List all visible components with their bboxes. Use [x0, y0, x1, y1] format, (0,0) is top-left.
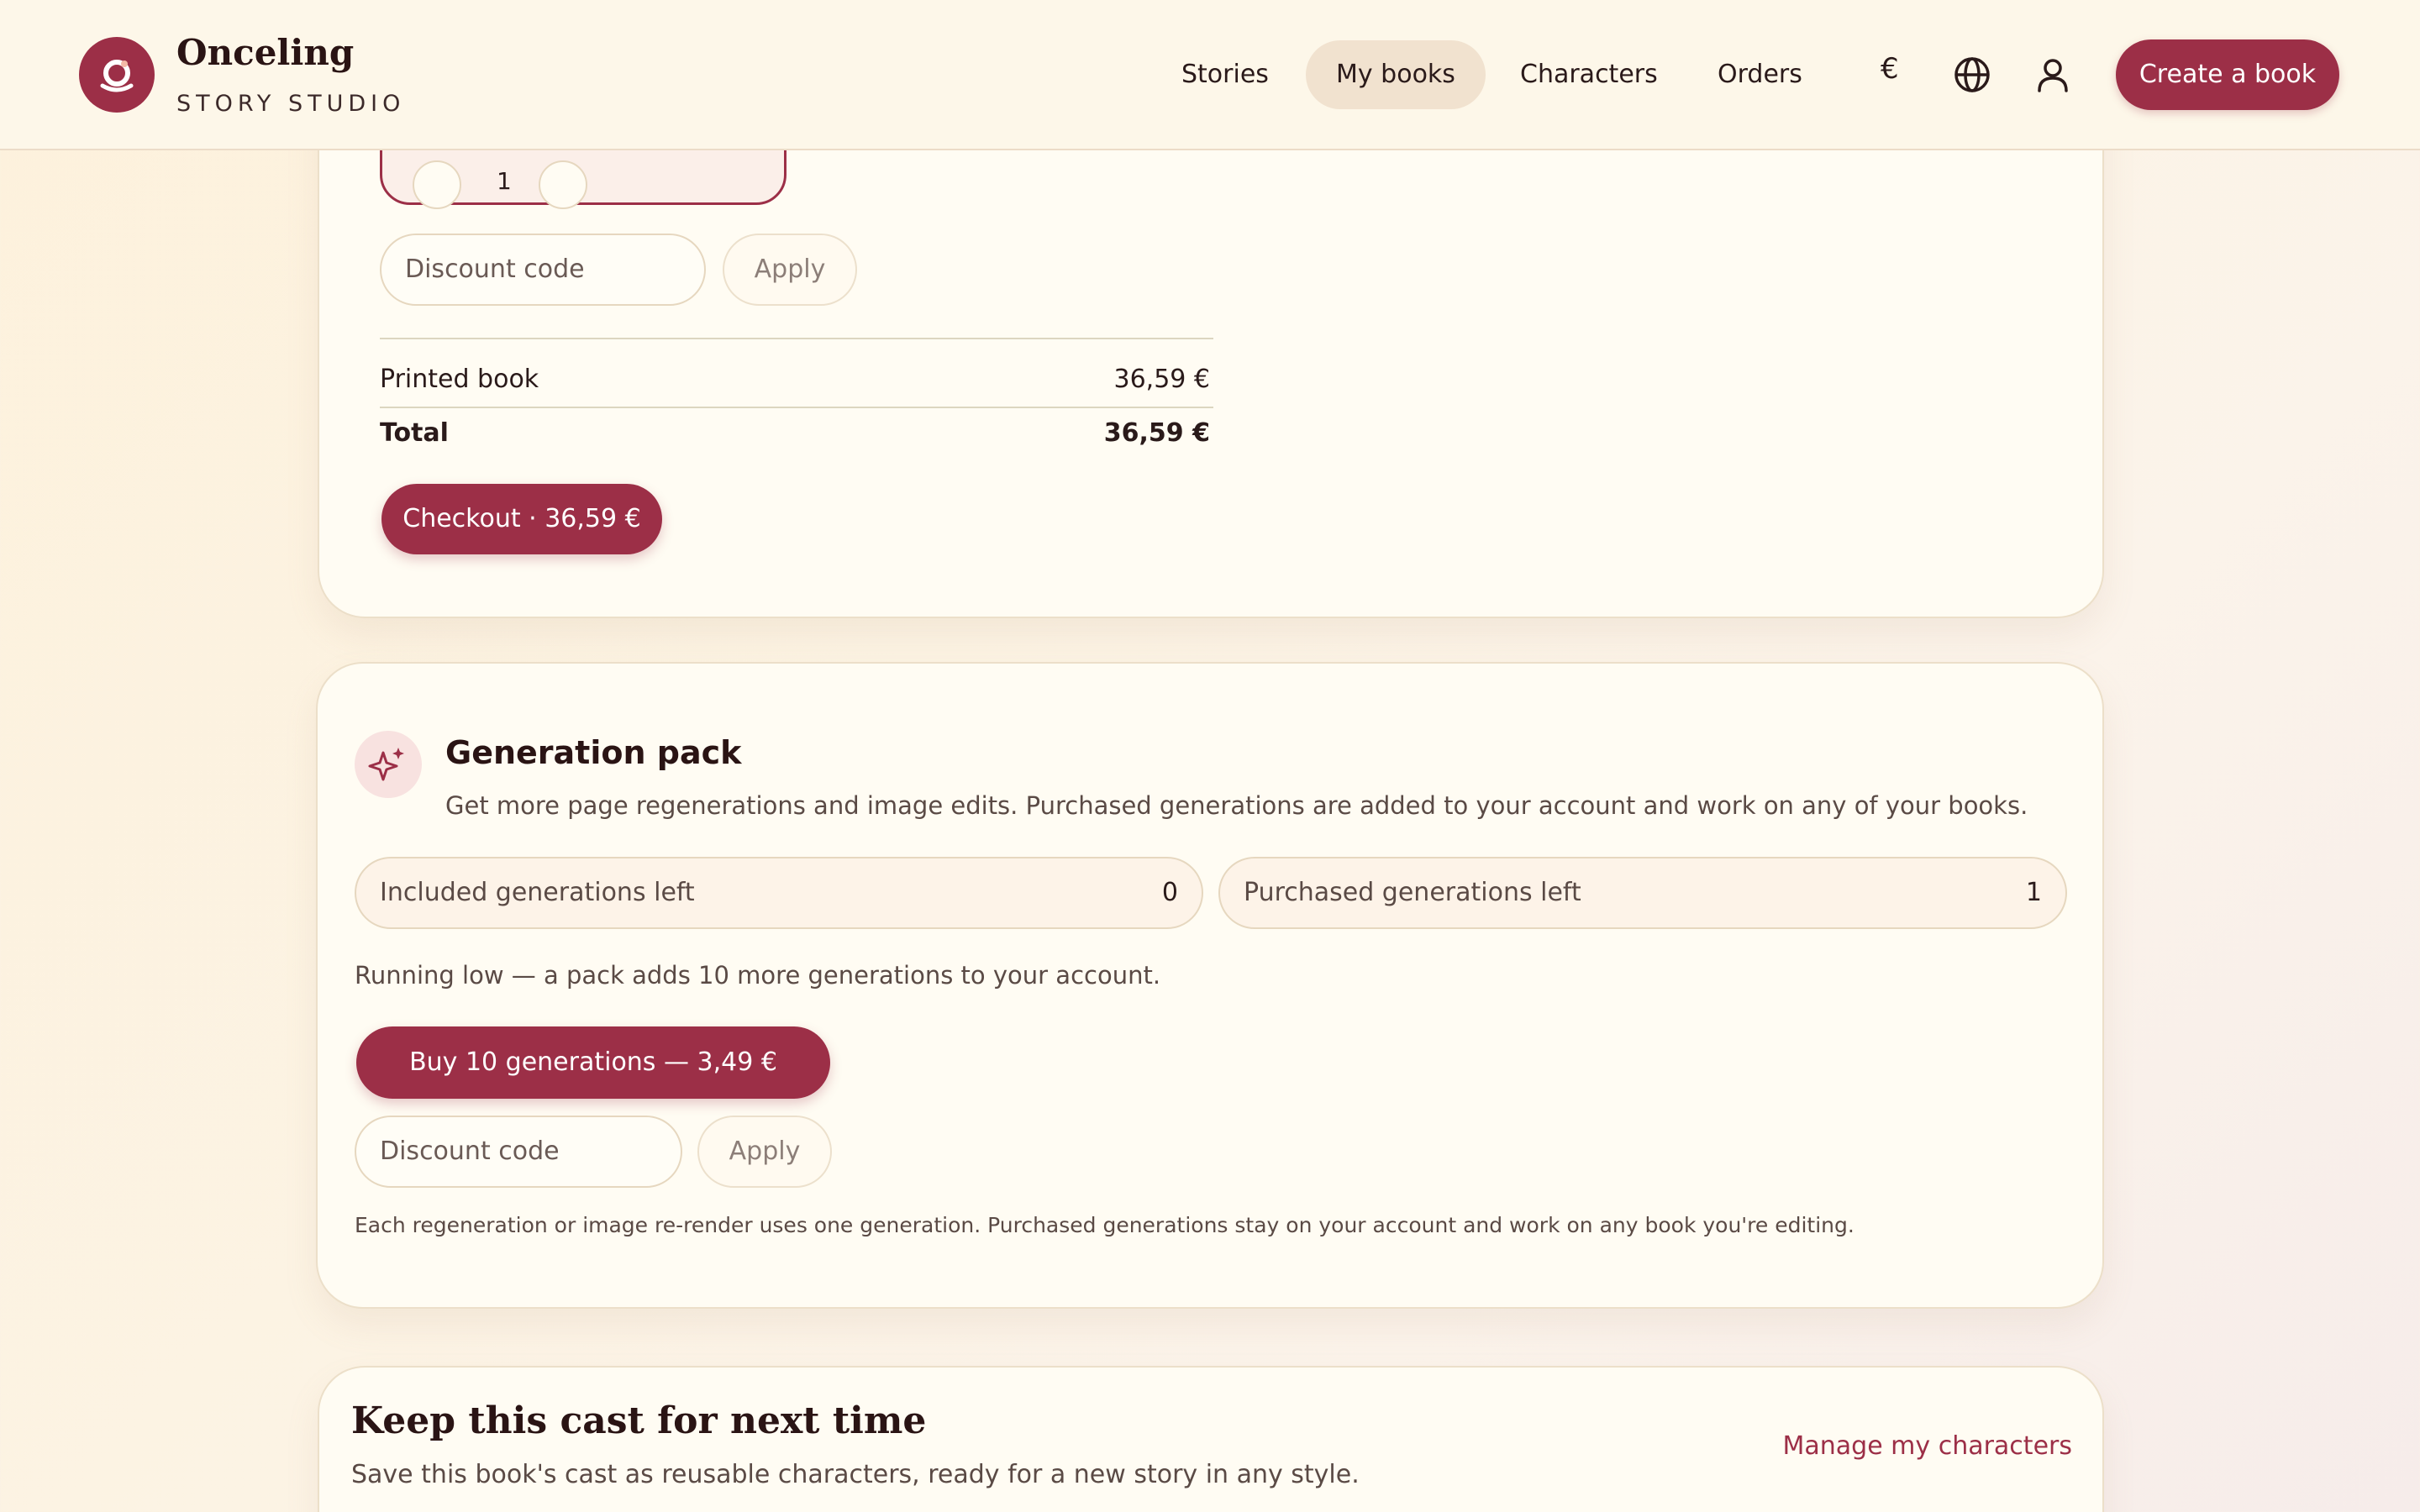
manage-characters-link[interactable]: Manage my characters	[1782, 1431, 2072, 1461]
included-generations-value: 0	[1161, 878, 1178, 907]
purchased-generations-label: Purchased generations left	[1244, 878, 1581, 907]
included-generations-box: Included generations left 0	[355, 857, 1203, 929]
currency-selector[interactable]: €	[1881, 52, 1899, 86]
generation-discount-code-input[interactable]: Discount code	[355, 1116, 682, 1188]
sparkle-icon	[355, 731, 422, 798]
decrease-quantity-button[interactable]	[413, 160, 461, 209]
apply-discount-button[interactable]: Apply	[723, 234, 857, 306]
total-value: 36,59 €	[1103, 418, 1210, 448]
increase-quantity-button[interactable]	[539, 160, 587, 209]
generation-pack-card: Generation pack Get more page regenerati…	[316, 662, 2104, 1309]
low-generations-notice: Running low — a pack adds 10 more genera…	[355, 961, 1161, 990]
brand-name[interactable]: Onceling	[176, 32, 354, 73]
keep-cast-description: Save this book's cast as reusable charac…	[351, 1460, 1360, 1489]
keep-cast-card: Keep this cast for next time Save this b…	[318, 1366, 2104, 1512]
buy-generations-button[interactable]: Buy 10 generations — 3,49 €	[356, 1026, 830, 1099]
nav-orders[interactable]: Orders	[1687, 40, 1833, 109]
discount-code-input[interactable]: Discount code	[380, 234, 706, 306]
keep-cast-title: Keep this cast for next time	[351, 1399, 927, 1442]
generation-footnote: Each regeneration or image re-render use…	[355, 1213, 1854, 1237]
included-generations-label: Included generations left	[380, 878, 695, 907]
checkout-button[interactable]: Checkout · 36,59 €	[381, 484, 662, 554]
quantity-value: 1	[497, 167, 512, 195]
globe-icon[interactable]	[1953, 55, 1991, 94]
line-item-label: Printed book	[380, 365, 539, 394]
purchased-generations-box: Purchased generations left 1	[1218, 857, 2067, 929]
generation-apply-discount-button[interactable]: Apply	[697, 1116, 832, 1188]
generation-pack-description: Get more page regenerations and image ed…	[445, 791, 2028, 820]
brand-tagline: STORY STUDIO	[176, 91, 406, 117]
total-label: Total	[380, 418, 449, 448]
generation-pack-title: Generation pack	[445, 734, 742, 771]
top-navigation-bar: Onceling STORY STUDIO Stories My books C…	[0, 0, 2420, 150]
brand-logo-icon[interactable]	[79, 37, 155, 113]
create-book-button[interactable]: Create a book	[2116, 39, 2339, 110]
line-item-value: 36,59 €	[1113, 365, 1210, 394]
nav-my-books[interactable]: My books	[1306, 40, 1486, 109]
user-account-icon[interactable]	[2033, 55, 2072, 94]
purchased-generations-value: 1	[2025, 878, 2042, 907]
divider	[380, 407, 1213, 408]
nav-stories[interactable]: Stories	[1151, 40, 1299, 109]
divider	[380, 338, 1213, 339]
nav-characters[interactable]: Characters	[1490, 40, 1688, 109]
